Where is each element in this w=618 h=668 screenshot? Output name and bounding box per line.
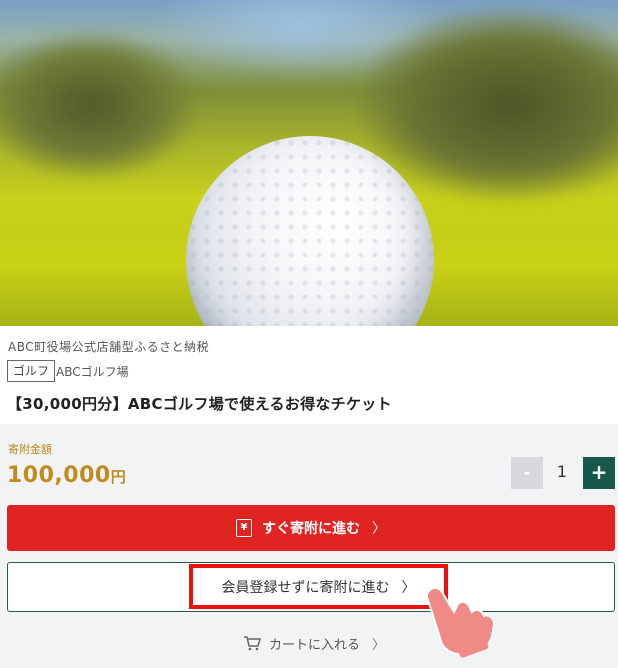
quantity-value: 1 [556,462,568,481]
add-to-cart-button[interactable]: カートに入れる 〉 [243,632,385,654]
add-to-cart-label: カートに入れる [269,637,361,653]
quantity-decrease-button[interactable]: - [511,457,543,489]
donation-amount-value: 100,000 [7,463,111,488]
guest-donate-button[interactable]: 会員登録せずに寄附に進む 〉 [7,562,615,612]
yen-icon: ¥ [236,519,252,537]
product-title: 【30,000円分】ABCゴルフ場で使えるお得なチケット [7,395,392,413]
cart-icon [244,636,261,651]
product-hero-image [0,0,618,326]
place-name: ABCゴルフ場 [56,365,129,379]
shop-name: ABC町役場公式店舗型ふるさと納税 [8,340,210,354]
donate-now-label: すぐ寄附に進む [262,521,360,537]
donation-amount-label: 寄附金額 [8,443,52,456]
pointing-hand-icon [425,586,496,658]
donation-amount: 100,000円 [7,463,126,488]
quantity-increase-button[interactable]: + [583,457,615,489]
donation-amount-unit: 円 [110,468,127,486]
product-info: ABC町役場公式店舗型ふるさと納税 ゴルフ ABCゴルフ場 【30,000円分】… [0,326,618,424]
guest-donate-label: 会員登録せずに寄附に進む [221,579,390,596]
chevron-right-icon: 〉 [372,521,386,537]
chevron-right-icon: 〉 [401,579,416,596]
category-tag[interactable]: ゴルフ [7,360,56,382]
highlight-box: 会員登録せずに寄附に進む 〉 [189,564,448,609]
donate-now-button[interactable]: ¥ すぐ寄附に進む 〉 [7,505,615,551]
chevron-right-icon: 〉 [372,637,386,653]
